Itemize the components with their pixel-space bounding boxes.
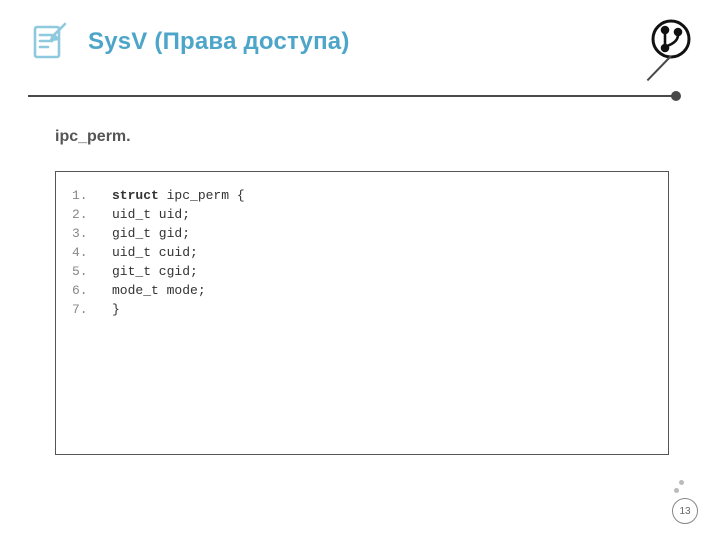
decorative-dot — [674, 488, 679, 493]
code-text: mode_t mode; — [112, 281, 206, 300]
git-branch-icon — [650, 18, 692, 65]
code-line: 6. mode_t mode; — [72, 281, 652, 300]
page-number-badge: 13 — [672, 498, 698, 524]
code-text: git_t cgid; — [112, 262, 198, 281]
code-line: 2. uid_t uid; — [72, 205, 652, 224]
line-number: 3. — [72, 224, 112, 243]
decorative-dot — [679, 480, 684, 485]
line-number: 7. — [72, 300, 112, 319]
line-number: 2. — [72, 205, 112, 224]
code-line: 7. } — [72, 300, 652, 319]
line-number: 6. — [72, 281, 112, 300]
code-text: uid_t cuid; — [112, 243, 198, 262]
section-divider — [28, 95, 674, 97]
code-line: 1. struct ipc_perm { — [72, 186, 652, 205]
page-title: SysV (Права доступа) — [88, 28, 350, 56]
code-text: gid_t gid; — [112, 224, 190, 243]
code-text: uid_t uid; — [112, 205, 190, 224]
page-number: 13 — [672, 498, 698, 524]
subtitle: ipc_perm. — [55, 128, 131, 146]
line-number: 1. — [72, 186, 112, 205]
code-text: } — [112, 300, 120, 319]
code-block: 1. struct ipc_perm { 2. uid_t uid; 3. gi… — [55, 171, 669, 455]
line-number: 4. — [72, 243, 112, 262]
line-number: 5. — [72, 262, 112, 281]
code-line: 5. git_t cgid; — [72, 262, 652, 281]
note-icon — [28, 22, 70, 69]
code-text: ipc_perm { — [159, 188, 245, 203]
code-line: 3. gid_t gid; — [72, 224, 652, 243]
code-line: 4. uid_t cuid; — [72, 243, 652, 262]
code-keyword: struct — [112, 188, 159, 203]
